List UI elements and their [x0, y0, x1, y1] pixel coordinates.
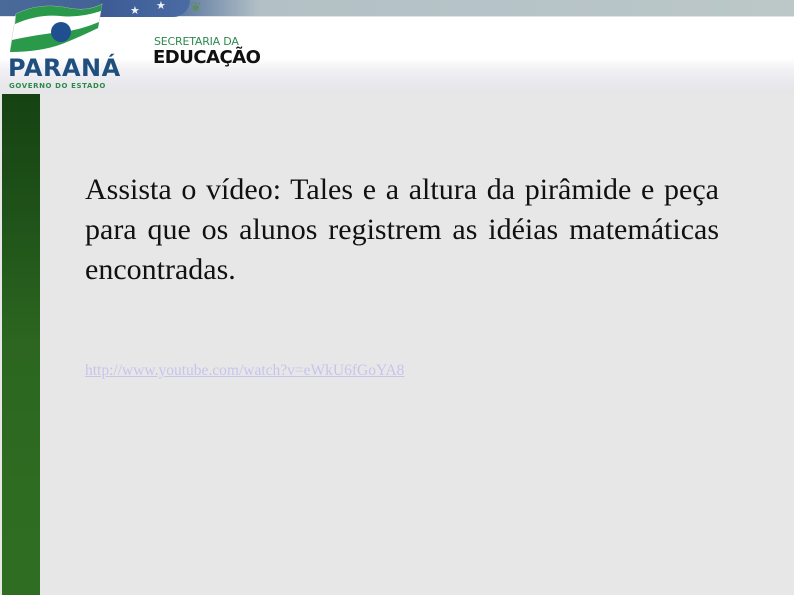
star-icon: ★	[130, 4, 140, 17]
star-icon: ★	[156, 0, 166, 12]
youtube-video-link[interactable]: http://www.youtube.com/watch?v=eWkU6fGoY…	[85, 362, 404, 380]
slide-header: ★ ★ ❦ PARANÁ GOVERNO DO ESTADO SECRETARI…	[0, 0, 794, 94]
parana-logo-text: PARANÁ	[8, 54, 121, 82]
parana-flag-icon	[10, 3, 103, 52]
header-top-band: ★ ★ ❦	[0, 0, 794, 17]
laurel-icon: ❦	[190, 0, 202, 16]
educacao-label: EDUCAÇÃO	[153, 47, 261, 68]
header-flag-stars-band: ★ ★	[100, 0, 190, 17]
green-side-bar	[2, 94, 40, 595]
instruction-paragraph: Assista o vídeo: Tales e a altura da pir…	[85, 173, 719, 286]
governo-do-estado-text: GOVERNO DO ESTADO	[9, 82, 106, 90]
